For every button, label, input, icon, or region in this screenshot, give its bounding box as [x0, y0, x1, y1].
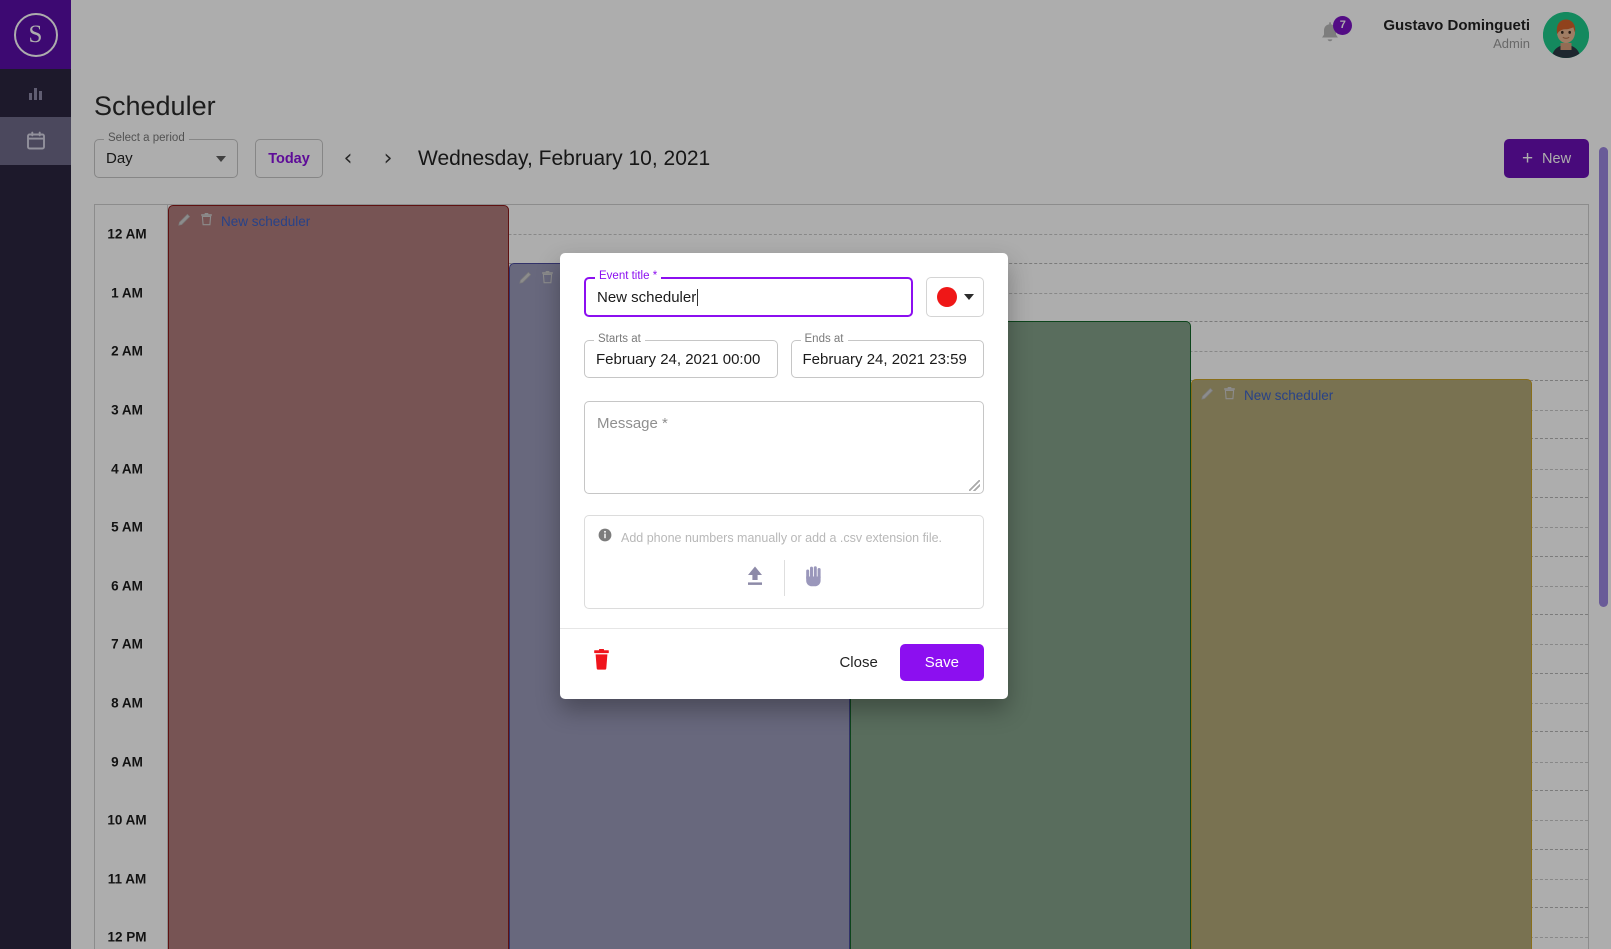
delete-event-button[interactable]	[584, 643, 618, 681]
hand-icon	[800, 562, 828, 595]
event-title-label: Event title *	[595, 270, 662, 282]
message-placeholder: Message *	[597, 415, 668, 432]
add-manually-button[interactable]	[785, 559, 843, 597]
ends-at-field[interactable]: Ends at February 24, 2021 23:59	[790, 333, 984, 378]
phone-numbers-actions	[598, 559, 970, 597]
color-swatch-icon	[936, 287, 957, 307]
event-title-field[interactable]: Event title * New scheduler	[584, 270, 913, 317]
upload-csv-button[interactable]	[726, 559, 784, 597]
phone-numbers-section: Add phone numbers manually or add a .csv…	[584, 515, 984, 609]
message-field[interactable]: Message *	[584, 401, 984, 494]
datetime-row: Starts at February 24, 2021 00:00 Ends a…	[584, 333, 984, 378]
chevron-down-icon	[963, 294, 974, 300]
info-icon	[598, 528, 612, 547]
event-dialog: Event title * New scheduler Starts at Fe…	[560, 253, 1008, 699]
upload-icon	[742, 563, 768, 594]
phone-numbers-hint-text: Add phone numbers manually or add a .csv…	[621, 530, 943, 545]
phone-numbers-hint: Add phone numbers manually or add a .csv…	[598, 528, 970, 547]
resize-handle-icon[interactable]	[969, 480, 980, 491]
title-row: Event title * New scheduler	[584, 270, 984, 317]
close-button[interactable]: Close	[823, 645, 893, 680]
starts-at-label: Starts at	[594, 333, 645, 345]
ends-at-label: Ends at	[800, 333, 848, 345]
ends-at-input[interactable]: February 24, 2021 23:59	[803, 351, 967, 368]
trash-icon	[592, 648, 611, 676]
app-root: S 7 Gustavo Domingueti Admin Scheduler S…	[0, 0, 1611, 949]
event-color-picker[interactable]	[926, 277, 984, 317]
save-button[interactable]: Save	[899, 643, 984, 681]
text-cursor	[697, 288, 699, 306]
starts-at-field[interactable]: Starts at February 24, 2021 00:00	[584, 333, 778, 378]
starts-at-input[interactable]: February 24, 2021 00:00	[596, 351, 760, 368]
footer-actions: Close Save	[823, 643, 984, 681]
dialog-footer: Close Save	[560, 628, 1008, 699]
event-title-input[interactable]: New scheduler	[597, 289, 696, 306]
